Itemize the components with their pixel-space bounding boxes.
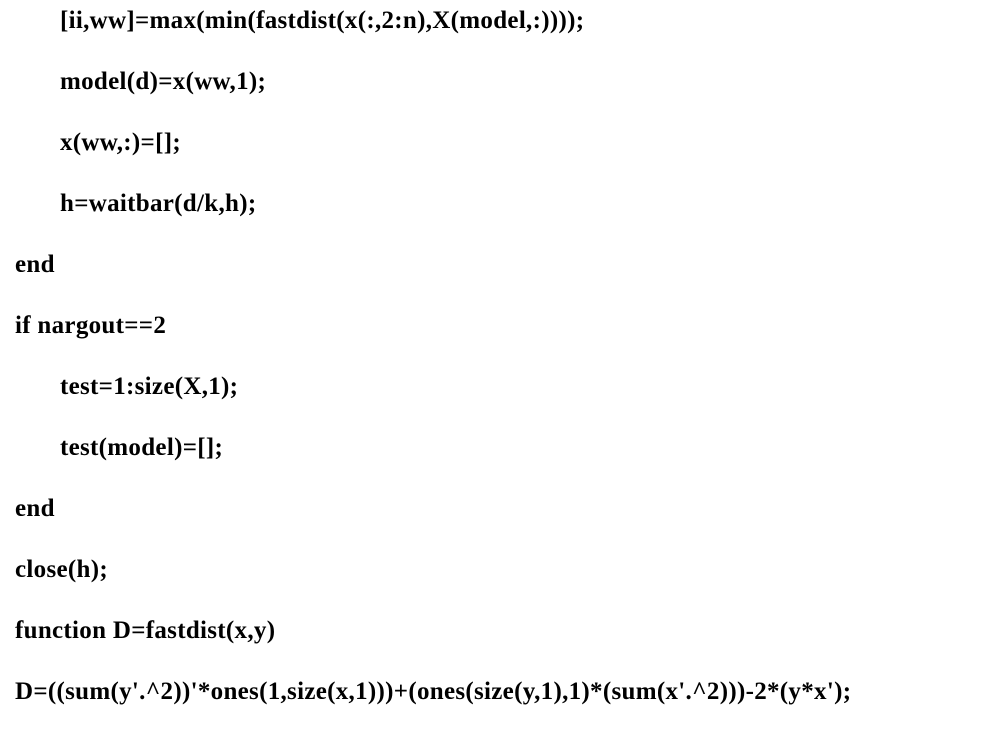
code-line-function: function D=fastdist(x,y): [15, 618, 1000, 643]
code-line: test=1:size(X,1);: [15, 374, 1000, 399]
code-line: x(ww,:)=[];: [15, 130, 1000, 155]
code-line: [ii,ww]=max(min(fastdist(x(:,2:n),X(mode…: [15, 8, 1000, 33]
code-line: model(d)=x(ww,1);: [15, 69, 1000, 94]
code-line-if: if nargout==2: [15, 313, 1000, 338]
code-line: h=waitbar(d/k,h);: [15, 191, 1000, 216]
code-line-formula: D=((sum(y'.^2))'*ones(1,size(x,1)))+(one…: [15, 679, 1000, 704]
code-line-close: close(h);: [15, 557, 1000, 582]
code-line-end: end: [15, 252, 1000, 277]
code-line-end: end: [15, 496, 1000, 521]
code-line: test(model)=[];: [15, 435, 1000, 460]
